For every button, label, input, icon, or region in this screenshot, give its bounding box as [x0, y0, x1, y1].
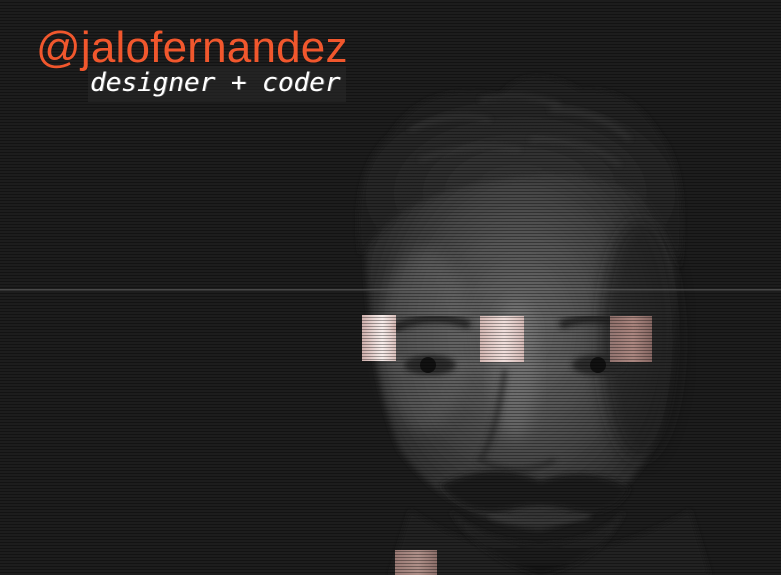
hero-stage: @jalofernandez designer + coder: [0, 0, 781, 575]
glitch-block: [610, 316, 652, 362]
portrait-photo: [358, 76, 710, 575]
site-tagline: designer + coder: [88, 66, 347, 102]
glitch-block: [395, 550, 437, 575]
glitch-block: [362, 315, 396, 361]
glitch-block: [480, 316, 524, 362]
scan-divider: [0, 289, 781, 291]
